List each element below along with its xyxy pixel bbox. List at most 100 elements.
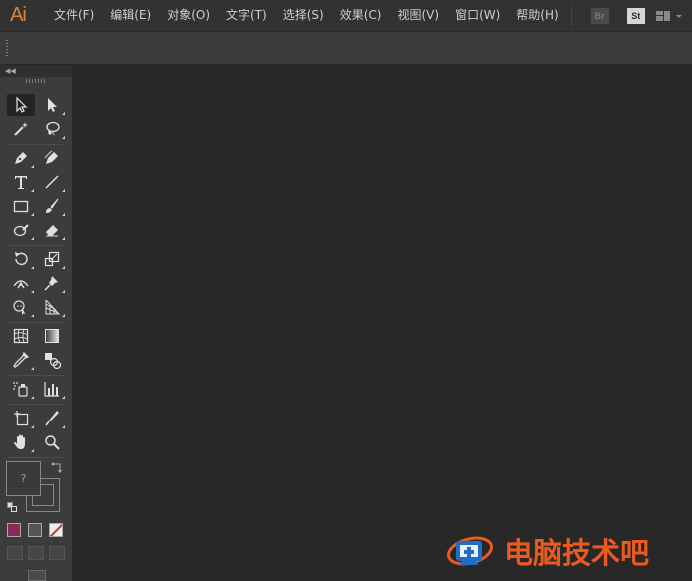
- menu-bar: Ai 文件(F) 编辑(E) 对象(O) 文字(T) 选择(S) 效果(C) 视…: [0, 0, 692, 31]
- paintbrush-tool[interactable]: [38, 195, 66, 217]
- control-bar: [0, 31, 692, 65]
- type-tool[interactable]: [7, 171, 35, 193]
- puppet-warp-tool[interactable]: [38, 272, 66, 294]
- slice-knife-icon: [45, 411, 59, 426]
- fill-stroke-widget: ?: [6, 461, 64, 513]
- tool-separator: [8, 457, 64, 458]
- perspective-grid-icon: [45, 299, 61, 315]
- shaper-icon: [13, 224, 29, 237]
- menu-separator: [570, 5, 572, 26]
- tool-separator: [8, 322, 64, 323]
- width-tool[interactable]: [7, 272, 35, 294]
- perspective-grid-tool[interactable]: [38, 296, 66, 318]
- menu-type[interactable]: 文字(T): [218, 0, 275, 31]
- color-mode-button[interactable]: [7, 523, 21, 537]
- control-bar-grip[interactable]: [6, 40, 8, 58]
- draw-mode-row: [7, 546, 67, 562]
- pen-tool[interactable]: [7, 147, 35, 169]
- stock-button[interactable]: St: [626, 7, 645, 24]
- tool-separator: [8, 404, 64, 405]
- draw-behind-button[interactable]: [28, 546, 44, 560]
- default-fill-stroke-icon[interactable]: [7, 502, 17, 512]
- rectangle-tool[interactable]: [7, 195, 35, 217]
- tool-list: ?: [0, 65, 73, 581]
- magic-wand-tool[interactable]: [7, 118, 35, 140]
- swap-fill-stroke-icon[interactable]: [51, 461, 63, 473]
- symbol-sprayer-icon: [13, 382, 28, 397]
- menu-select[interactable]: 选择(S): [275, 0, 332, 31]
- artboard-tool[interactable]: [7, 407, 35, 429]
- pushpin-icon: [44, 276, 58, 291]
- fill-placeholder-label: ?: [20, 472, 27, 485]
- fill-swatch[interactable]: ?: [6, 461, 41, 496]
- brush-icon: [46, 198, 59, 213]
- type-T-icon: [15, 176, 27, 189]
- draw-inside-button[interactable]: [49, 546, 65, 560]
- hand-tool[interactable]: [7, 431, 35, 453]
- watermark-logo: [447, 536, 493, 566]
- slice-tool[interactable]: [38, 407, 66, 429]
- shaper-tool[interactable]: [7, 219, 35, 241]
- none-mode-button[interactable]: [49, 523, 63, 537]
- canvas-area[interactable]: [74, 65, 692, 581]
- direct-selection-tool[interactable]: [38, 94, 66, 116]
- column-graph-tool[interactable]: [38, 378, 66, 400]
- tool-separator: [8, 245, 64, 246]
- menu-view[interactable]: 视图(V): [389, 0, 447, 31]
- pen-icon: [15, 152, 27, 164]
- watermark: 电脑技术吧: [446, 530, 649, 572]
- scale-tool[interactable]: [38, 248, 66, 270]
- draw-normal-button[interactable]: [7, 546, 23, 560]
- scale-icon: [44, 251, 60, 267]
- menu-file[interactable]: 文件(F): [46, 0, 102, 31]
- blend-tool[interactable]: [38, 349, 66, 371]
- tool-separator: [8, 144, 64, 145]
- mesh-icon: [13, 328, 29, 344]
- color-mode-row: [7, 523, 67, 539]
- bar-graph-icon: [44, 382, 59, 397]
- line-segment-tool[interactable]: [38, 171, 66, 193]
- bridge-button[interactable]: Br: [590, 7, 609, 24]
- symbol-sprayer-tool[interactable]: [7, 378, 35, 400]
- hand-icon: [14, 434, 25, 449]
- eraser-tool[interactable]: [38, 219, 66, 241]
- screen-mode-button[interactable]: [28, 570, 46, 581]
- arrow-solid-icon: [48, 98, 57, 112]
- arrow-outline-icon: [16, 96, 28, 113]
- menu-window[interactable]: 窗口(W): [447, 0, 508, 31]
- menu-help[interactable]: 帮助(H): [508, 0, 566, 31]
- rectangle-icon: [13, 200, 29, 213]
- curvature-tool[interactable]: [38, 147, 66, 169]
- blend-icon: [45, 353, 61, 369]
- eyedropper-icon: [13, 351, 30, 368]
- width-icon: [13, 280, 29, 289]
- eraser-icon: [46, 225, 58, 237]
- zoom-tool[interactable]: [38, 431, 66, 453]
- magic-wand-icon: [14, 122, 28, 136]
- shape-builder-icon: [13, 300, 26, 315]
- curvature-pen-icon: [44, 150, 58, 164]
- tools-panel: ◀◀ ?: [0, 65, 73, 581]
- rotate-icon: [15, 252, 28, 266]
- menu-object[interactable]: 对象(O): [159, 0, 218, 31]
- app-logo: Ai: [10, 4, 27, 26]
- selection-tool[interactable]: [7, 94, 35, 116]
- artboard-icon: [14, 411, 29, 426]
- lasso-tool[interactable]: [38, 118, 66, 140]
- gradient-icon: [45, 329, 59, 343]
- mesh-tool[interactable]: [7, 325, 35, 347]
- gradient-mode-button[interactable]: [28, 523, 42, 537]
- main-menu: 文件(F) 编辑(E) 对象(O) 文字(T) 选择(S) 效果(C) 视图(V…: [46, 0, 567, 31]
- shape-builder-tool[interactable]: [7, 296, 35, 318]
- eyedropper-tool[interactable]: [7, 349, 35, 371]
- lasso-icon: [46, 121, 60, 136]
- gradient-tool[interactable]: [38, 325, 66, 347]
- watermark-text: 电脑技术吧: [504, 536, 650, 570]
- rotate-tool[interactable]: [7, 248, 35, 270]
- tool-separator: [8, 375, 64, 376]
- magnifier-icon: [45, 435, 60, 450]
- menu-edit[interactable]: 编辑(E): [102, 0, 159, 31]
- workspace-layout-icon[interactable]: [655, 10, 682, 22]
- line-icon: [45, 175, 59, 189]
- menu-effect[interactable]: 效果(C): [332, 0, 390, 31]
